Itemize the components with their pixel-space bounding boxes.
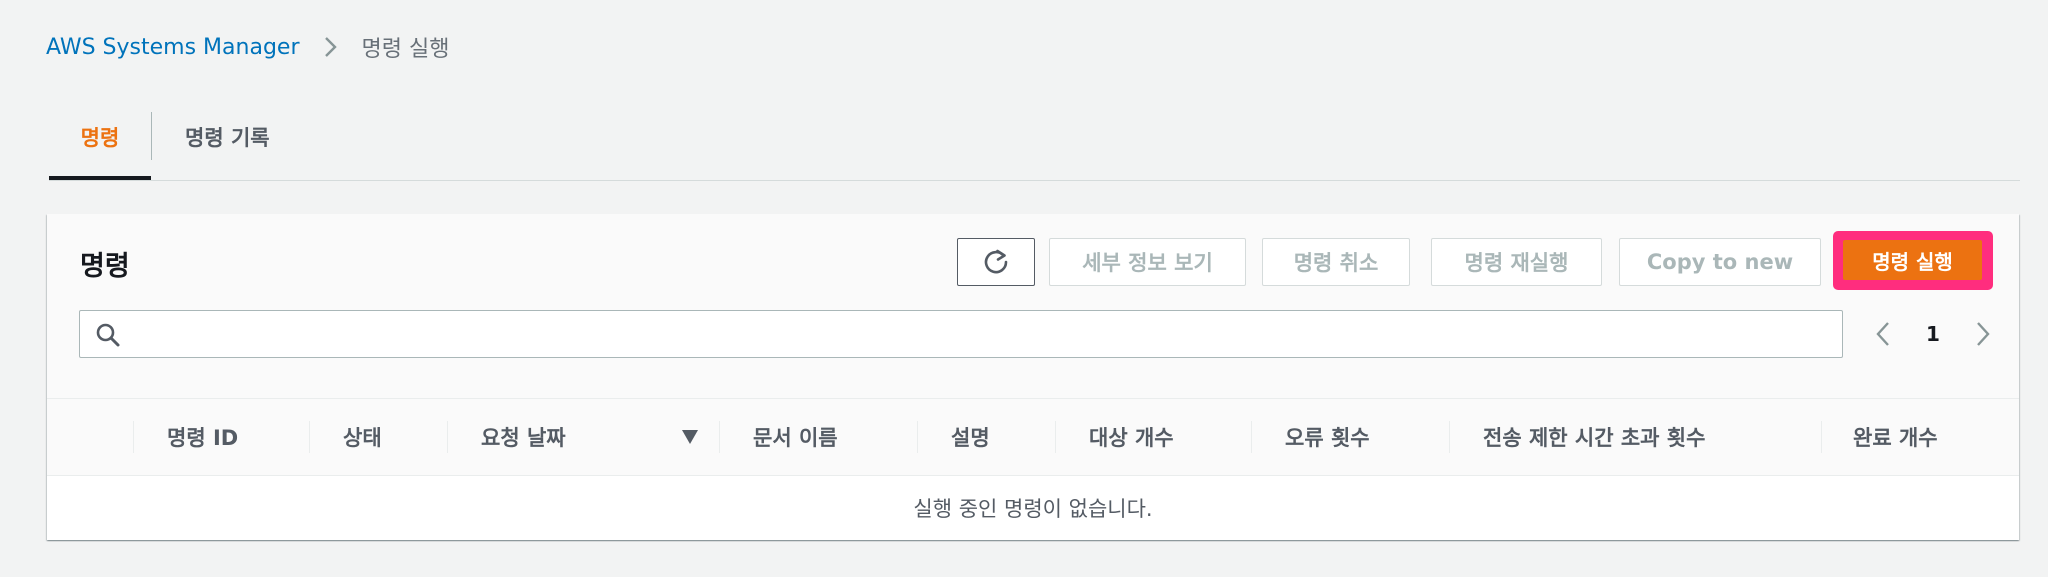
column-header-status[interactable]: 상태 [343, 399, 382, 475]
breadcrumb-link-systems-manager[interactable]: AWS Systems Manager [46, 35, 299, 60]
tab-commands[interactable]: 명령 [49, 112, 151, 180]
breadcrumb: AWS Systems Manager 명령 실행 [46, 30, 449, 64]
pagination: 1 [1869, 310, 1997, 358]
table-header: 명령 ID 상태 요청 날짜 문서 이름 설명 대상 개수 오류 횟수 전송 제… [47, 398, 2019, 476]
refresh-icon [984, 249, 1008, 274]
column-header-error-count[interactable]: 오류 횟수 [1285, 399, 1370, 475]
tab-label: 명령 [80, 126, 120, 150]
caret-down-icon[interactable] [681, 429, 699, 445]
tab-bar: 명령 명령 기록 [49, 112, 2020, 181]
column-header-document-name[interactable]: 문서 이름 [753, 399, 838, 475]
column-divider [1821, 421, 1822, 453]
column-divider [719, 421, 720, 453]
column-divider [917, 421, 918, 453]
breadcrumb-current: 명령 실행 [361, 37, 450, 62]
column-divider [309, 421, 310, 453]
commands-panel: 명령 세부 정보 보기 명령 취소 명령 재실행 Copy to new 명령 … [47, 214, 2019, 540]
column-divider [1251, 421, 1252, 453]
cancel-command-button[interactable]: 명령 취소 [1262, 238, 1410, 286]
tab-command-history[interactable]: 명령 기록 [185, 112, 270, 180]
column-divider [1449, 421, 1450, 453]
column-header-target-count[interactable]: 대상 개수 [1089, 399, 1174, 475]
panel-header: 명령 세부 정보 보기 명령 취소 명령 재실행 Copy to new 명령 … [47, 214, 2019, 398]
column-header-delivery-timeout-count[interactable]: 전송 제한 시간 초과 횟수 [1483, 399, 1705, 475]
chevron-right-icon[interactable] [1969, 320, 1997, 348]
chevron-right-icon [317, 34, 343, 60]
run-command-button[interactable]: 명령 실행 [1843, 240, 1982, 280]
search-box [79, 310, 1843, 358]
rerun-command-button[interactable]: 명령 재실행 [1431, 238, 1602, 286]
column-divider [447, 421, 448, 453]
search-icon [96, 323, 120, 347]
column-header-completed-count[interactable]: 완료 개수 [1853, 399, 1938, 475]
column-divider [133, 421, 134, 453]
current-page-number[interactable]: 1 [1897, 322, 1969, 346]
refresh-button[interactable] [957, 238, 1035, 286]
search-input[interactable] [132, 313, 1836, 355]
empty-table-message: 실행 중인 명령이 없습니다. [913, 497, 1153, 521]
panel-title: 명령 [80, 251, 130, 282]
column-divider [1055, 421, 1056, 453]
copy-to-new-button[interactable]: Copy to new [1619, 238, 1821, 286]
tab-label: 명령 기록 [185, 126, 270, 150]
column-header-command-id[interactable]: 명령 ID [167, 399, 238, 475]
column-header-description[interactable]: 설명 [951, 399, 990, 475]
column-header-request-date[interactable]: 요청 날짜 [481, 399, 566, 475]
view-details-button[interactable]: 세부 정보 보기 [1049, 238, 1246, 286]
chevron-left-icon[interactable] [1869, 320, 1897, 348]
tab-divider [151, 112, 152, 160]
